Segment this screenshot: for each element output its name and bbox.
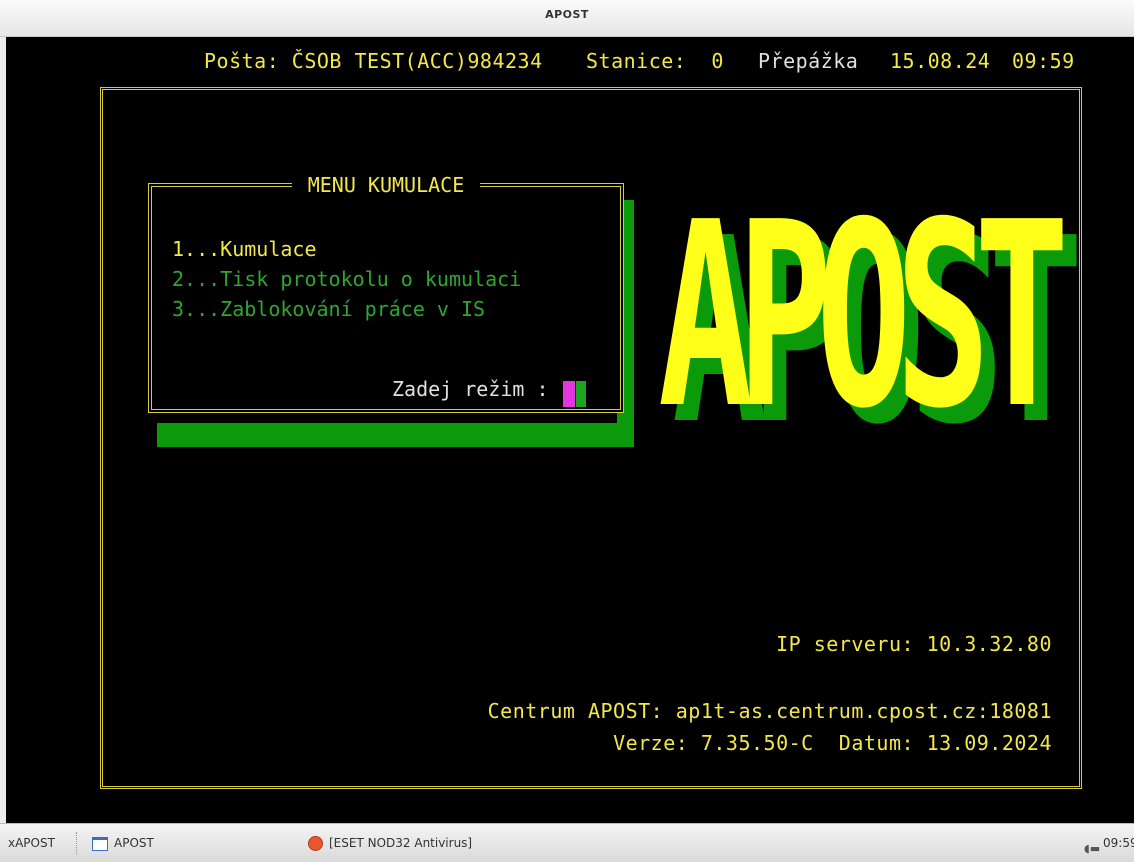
- status-prepazka: Přepážka: [758, 49, 859, 73]
- ip-serveru: IP serveru: 10.3.32.80: [776, 632, 1052, 656]
- status-posta: Pošta: ČSOB TEST(ACC)984234: [204, 49, 543, 73]
- mode-input-cursor[interactable]: [563, 381, 575, 407]
- window-titlebar[interactable]: APOST: [0, 0, 1134, 37]
- taskbar-item-eset[interactable]: [ESET NOD32 Antivirus]: [308, 833, 472, 853]
- menu-kumulace: MENU KUMULACE 1...Kumulace 2...Tisk prot…: [148, 171, 624, 413]
- mode-input-field[interactable]: [576, 381, 586, 407]
- status-stanice: Stanice: 0: [586, 49, 724, 73]
- taskbar: xAPOST APOST [ESET NOD32 Antivirus] ◖▬ 0…: [0, 823, 1134, 862]
- version-info: Verze: 7.35.50-C Datum: 13.09.2024: [613, 731, 1052, 755]
- terminal-screen[interactable]: Pošta: ČSOB TEST(ACC)984234 Stanice: 0 P…: [6, 37, 1134, 823]
- mode-prompt-label: Zadej režim :: [392, 377, 549, 401]
- taskbar-separator: [76, 832, 78, 854]
- taskbar-item-label: APOST: [114, 836, 154, 850]
- menu-item-tisk-protokolu[interactable]: 2...Tisk protokolu o kumulaci: [172, 267, 521, 291]
- eset-icon: [308, 836, 323, 851]
- taskbar-item-label: [ESET NOD32 Antivirus]: [329, 836, 473, 850]
- apost-logo: APOST APOST: [658, 168, 1083, 465]
- menu-title: MENU KUMULACE: [292, 171, 480, 199]
- window-icon: [92, 836, 108, 851]
- menu-item-zablokovani[interactable]: 3...Zablokování práce v IS: [172, 297, 485, 321]
- logo-text: APOST: [658, 168, 1069, 465]
- menu-item-kumulace[interactable]: 1...Kumulace: [172, 237, 317, 261]
- status-time: 09:59: [1012, 49, 1075, 73]
- taskbar-start[interactable]: xAPOST: [8, 833, 55, 853]
- status-date: 15.08.24: [890, 49, 991, 73]
- taskbar-item-apost[interactable]: APOST: [92, 833, 154, 853]
- taskbar-clock[interactable]: 09:59: [1103, 833, 1134, 853]
- window-title: APOST: [545, 8, 589, 21]
- centrum-apost: Centrum APOST: ap1t-as.centrum.cpost.cz:…: [487, 699, 1052, 723]
- menu-shadow-bottom: [157, 423, 634, 447]
